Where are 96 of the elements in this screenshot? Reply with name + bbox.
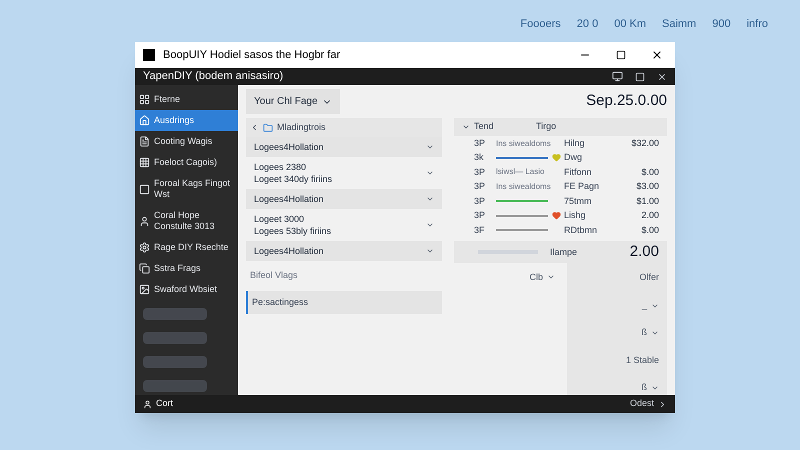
caret-icon	[426, 247, 434, 255]
table-cell-text: $.00	[641, 166, 659, 179]
caret-icon	[426, 143, 434, 151]
blurred-item	[143, 308, 207, 320]
backdrop-label: Saimm	[662, 17, 696, 32]
list-text: Logees4Hollation	[254, 245, 325, 257]
total-label: Ilampe	[550, 246, 578, 259]
table-cell-text: 3P	[474, 180, 486, 194]
table-cell-text: Lishg	[564, 209, 587, 222]
list-row[interactable]: Logees 2380 Logeet 340dy firiins	[246, 157, 442, 189]
sidebar-icon	[139, 216, 150, 226]
backdrop-label: 900	[712, 17, 731, 32]
table-cell-text: 3P	[474, 136, 486, 150]
list-row[interactable]: Logees4Hollation	[246, 241, 442, 261]
table-cell-text: 3P	[474, 209, 486, 222]
caret-icon	[426, 195, 434, 203]
square-icon[interactable]	[635, 72, 645, 82]
backdrop-label: 20 0	[576, 17, 598, 32]
panel-dropdown[interactable]: ß	[642, 326, 659, 340]
caret-icon	[426, 221, 434, 229]
backdrop-label: 00 Km	[614, 17, 646, 32]
table-cell-text: 3P	[474, 166, 486, 179]
sidebar-icon	[139, 242, 150, 253]
folder-icon	[263, 122, 273, 132]
table-cell-text: $.00	[641, 224, 659, 236]
table-cell-text: 3k	[474, 151, 485, 164]
sidebar-icon	[139, 263, 150, 274]
blurred-item	[143, 332, 207, 344]
list-text: Logeet 3000	[254, 213, 306, 225]
table-cell-text: Dwg	[564, 151, 584, 164]
table-cell-text: $1.00	[636, 194, 659, 208]
maximize-icon	[616, 50, 626, 60]
sidebar-icon	[139, 136, 150, 147]
display-icon[interactable]	[612, 71, 623, 82]
table-cell-text: $3.00	[636, 180, 659, 194]
sidebar-item[interactable]: Foeloct Cagois)	[135, 152, 238, 173]
list-row[interactable]: Logees4Hollation	[246, 137, 442, 157]
chevron-right-icon	[658, 400, 667, 408]
sidebar-item[interactable]: Swaford Wbsiet	[135, 279, 238, 300]
back-icon[interactable]	[250, 123, 259, 132]
sidebar-icon	[139, 94, 150, 105]
filter-dropdown[interactable]: Clb	[529, 271, 555, 284]
section-label: Bifeol Vlags	[249, 269, 299, 282]
sidebar-item[interactable]: Ausdrings	[135, 110, 238, 131]
table-cell-text: 2.00	[641, 209, 659, 222]
sidebar-icon	[139, 184, 150, 194]
view-dropdown[interactable]: Your Chl Fage	[246, 89, 340, 114]
user-icon	[143, 400, 152, 408]
list-text: Logees 2380	[254, 161, 308, 173]
table-cell-text: RDtbmn	[564, 224, 598, 236]
table-cell-text: Fitfonn	[564, 166, 593, 179]
table-cell-text: FE Pagn	[564, 180, 600, 194]
backdrop-label: Foooers	[520, 17, 561, 32]
sidebar-item[interactable]: Cooting Wagis	[135, 131, 238, 152]
table-cell-text: 3F	[474, 224, 486, 236]
panel-title: Olfer	[639, 271, 659, 284]
table-cell-text: Ins siwealdoms	[496, 138, 552, 150]
blurred-item	[143, 356, 207, 368]
table-cell-text: Ins siwealdoms	[496, 180, 552, 193]
sidebar-icon	[139, 115, 150, 126]
blurred-item	[143, 380, 207, 392]
app-icon	[143, 49, 155, 61]
date-label: Sep.25.0.00	[586, 91, 667, 112]
table-header: Tend Tirgo	[454, 118, 667, 136]
list-text: Logees4Hollation	[254, 193, 325, 205]
sidebar-item[interactable]: Sstra Frags	[135, 258, 238, 279]
list-text: Logees 53bly firiins	[254, 225, 332, 237]
list-text: Logees4Hollation	[254, 141, 325, 153]
list-header: Mladingtrois	[246, 118, 442, 137]
sidebar-item[interactable]: Rage DIY Rsechte	[135, 237, 238, 258]
list-row[interactable]: Logeet 3000 Logees 53bly firiins	[246, 209, 442, 241]
caret-icon	[426, 169, 434, 177]
total-amount: 2.00	[630, 242, 659, 262]
panel-dropdown[interactable]: ß	[642, 381, 659, 395]
selected-list-item[interactable]: Pe:sactingess	[246, 290, 442, 314]
table-cell-text: Hilng	[564, 136, 586, 150]
sidebar-item[interactable]: Foroal Kags Fingot Wst	[135, 173, 238, 205]
backdrop-label: infro	[746, 17, 768, 32]
panel-text: 1 Stable	[626, 354, 659, 367]
app-title: YapenDIY (bodem anisasiro)	[143, 69, 284, 84]
window-title: BoopUIY Hodiel sasos the Hogbr far	[163, 48, 342, 63]
close-icon[interactable]	[657, 72, 667, 82]
panel-dropdown[interactable]: _	[642, 298, 659, 312]
close-icon	[651, 49, 663, 61]
footer-label: Cort	[156, 397, 174, 410]
sidebar-item[interactable]: Fterne	[135, 89, 238, 110]
table-cell-text: 75tmm	[564, 194, 593, 208]
table-cell-text: $32.00	[631, 136, 659, 150]
sidebar-item[interactable]: Coral Hope Constulte 3013	[135, 205, 238, 237]
next-button[interactable]: Odest	[630, 397, 667, 411]
sidebar-icon	[139, 284, 150, 295]
list-text: Logeet 340dy firiins	[254, 173, 334, 185]
table-cell-text: 3P	[474, 194, 486, 208]
list-row[interactable]: Logees4Hollation	[246, 189, 442, 209]
table-cell-text: lsiwsl— Lasio	[496, 166, 546, 178]
sidebar-icon	[139, 157, 150, 168]
